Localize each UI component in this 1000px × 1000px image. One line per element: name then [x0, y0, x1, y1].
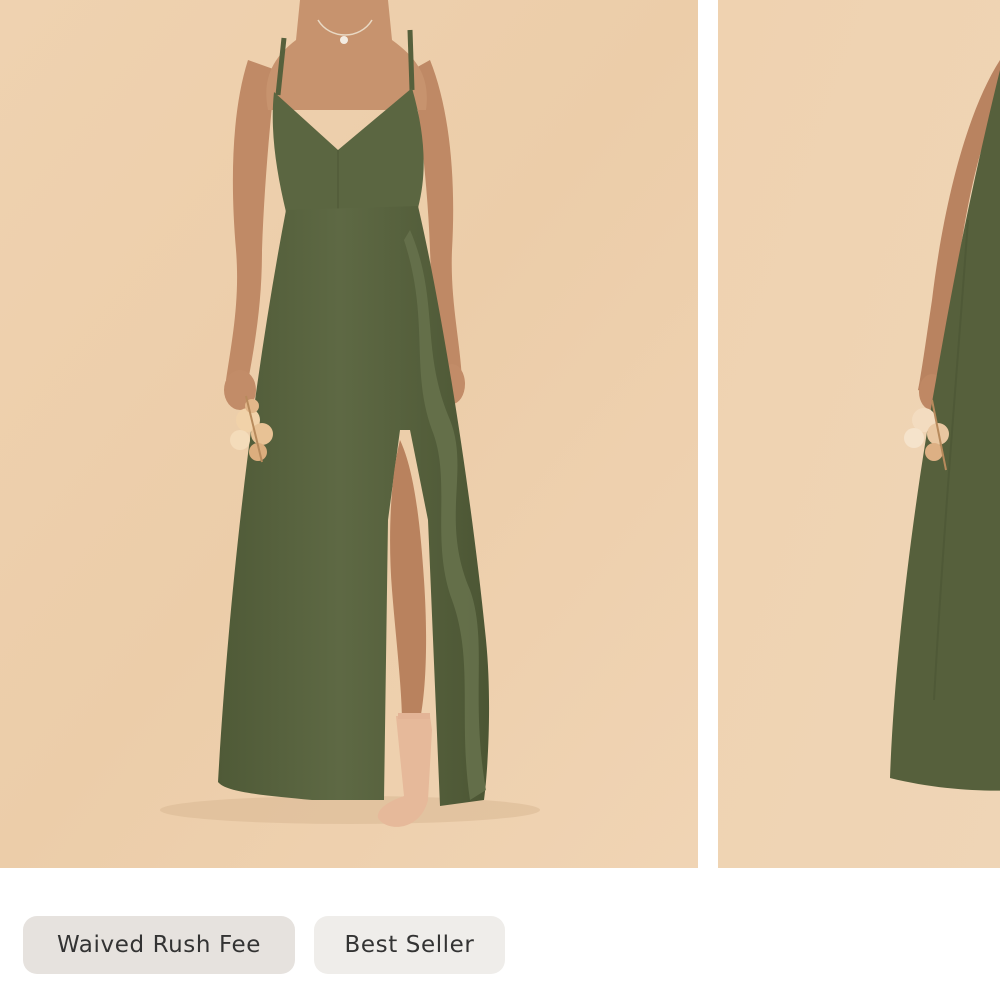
product-image-2[interactable]	[718, 0, 1000, 868]
dress-photo-front	[0, 0, 698, 868]
best-seller-badge: Best Seller	[314, 916, 505, 974]
dress-photo-side	[718, 0, 1000, 868]
product-badges: Waived Rush Fee Best Seller	[23, 916, 505, 974]
waived-rush-fee-badge: Waived Rush Fee	[23, 916, 295, 974]
product-image-1[interactable]	[0, 0, 698, 868]
product-image-carousel[interactable]	[0, 0, 1000, 868]
product-page: Waived Rush Fee Best Seller	[0, 0, 1000, 1000]
